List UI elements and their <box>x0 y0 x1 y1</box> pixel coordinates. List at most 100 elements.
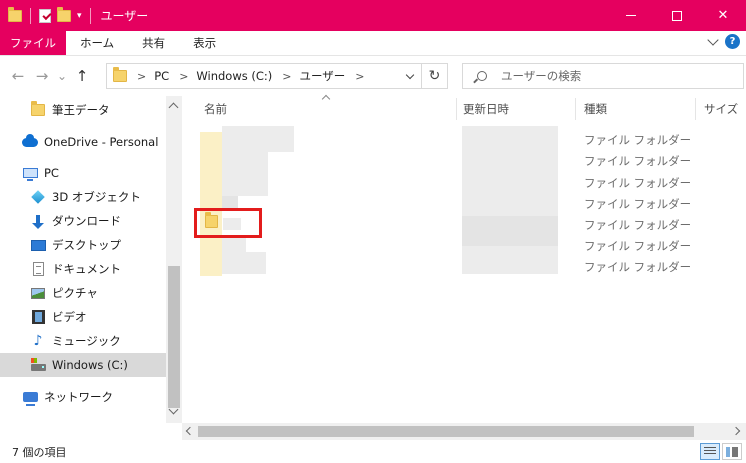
breadcrumb: > PC > Windows (C:) > ユーザー > <box>127 68 373 84</box>
blurred-name <box>222 152 268 196</box>
ribbon-right-controls: ? <box>707 33 740 49</box>
blurred-name <box>223 218 241 230</box>
details-view-button[interactable] <box>700 443 720 460</box>
sort-ascending-icon <box>321 94 331 104</box>
chevron-down-icon <box>405 70 415 79</box>
sidebar-item-windows-c[interactable]: Windows (C:) <box>0 353 166 377</box>
breadcrumb-pc[interactable]: PC <box>154 69 169 83</box>
column-divider[interactable] <box>456 98 457 120</box>
sidebar-item-downloads[interactable]: ダウンロード <box>0 209 166 233</box>
customize-toolbar-icon[interactable]: ▾ <box>77 9 82 23</box>
scroll-left-icon[interactable] <box>185 426 195 436</box>
horizontal-scrollbar[interactable] <box>182 423 746 440</box>
drive-icon <box>30 357 46 373</box>
type-cell: ファイル フォルダー <box>584 260 692 274</box>
window-title: ユーザー <box>100 9 149 23</box>
status-bar: 7 個の項目 <box>0 440 746 463</box>
breadcrumb-windows-c[interactable]: Windows (C:) <box>196 69 272 83</box>
sidebar-item-label: ネットワーク <box>44 390 113 404</box>
sidebar-item-label: ドキュメント <box>52 262 121 276</box>
sidebar-item-3d-objects[interactable]: 3D オブジェクト <box>0 185 166 209</box>
column-divider[interactable] <box>575 98 576 120</box>
quick-access-toolbar: ▾ <box>0 6 93 24</box>
tab-file[interactable]: ファイル <box>0 31 66 55</box>
breadcrumb-separator-icon[interactable]: > <box>282 70 291 83</box>
blurred-name <box>222 252 266 274</box>
column-header-name[interactable]: 名前 <box>204 96 227 122</box>
sidebar-item-label: OneDrive - Personal <box>44 135 159 149</box>
recent-locations-button[interactable]: ⌄ <box>54 64 70 88</box>
up-button[interactable]: ↑ <box>70 64 94 88</box>
new-folder-icon[interactable] <box>57 6 71 22</box>
sidebar-item-label: ビデオ <box>52 310 87 324</box>
download-icon <box>30 213 46 229</box>
folder-icon <box>30 101 46 118</box>
properties-icon[interactable] <box>39 8 51 23</box>
large-icons-view-button[interactable] <box>722 443 742 460</box>
tab-view[interactable]: 表示 <box>179 31 230 55</box>
address-bar[interactable]: > PC > Windows (C:) > ユーザー > <box>106 63 422 89</box>
desktop-icon <box>30 237 46 253</box>
maximize-button[interactable] <box>654 0 700 31</box>
close-icon: ✕ <box>717 8 729 23</box>
blurred-name <box>222 126 294 152</box>
sidebar-item-label: ピクチャ <box>52 286 98 300</box>
refresh-button[interactable]: ↻ <box>422 63 448 89</box>
sidebar-item-music[interactable]: ♪ ミュージック <box>0 329 166 353</box>
address-dropdown-button[interactable] <box>399 64 421 88</box>
tab-share[interactable]: 共有 <box>128 31 179 55</box>
title-bar: ▾ ユーザー ✕ <box>0 0 746 31</box>
sidebar-item-documents[interactable]: ドキュメント <box>0 257 166 281</box>
scroll-right-icon[interactable] <box>731 426 741 436</box>
back-button[interactable]: ← <box>6 64 30 88</box>
sidebar-item-desktop[interactable]: デスクトップ <box>0 233 166 257</box>
search-icon <box>477 71 487 81</box>
close-button[interactable]: ✕ <box>700 0 746 31</box>
blurred-name <box>222 238 246 252</box>
expand-ribbon-icon[interactable] <box>707 33 719 46</box>
toolbar-divider <box>89 7 91 24</box>
sidebar-item-fudeo-data[interactable]: 筆王データ <box>0 98 166 122</box>
column-header-date[interactable]: 更新日時 <box>463 96 509 122</box>
window-controls: ✕ <box>608 0 746 31</box>
column-divider[interactable] <box>695 98 696 120</box>
sidebar-item-onedrive[interactable]: OneDrive - Personal <box>0 130 166 154</box>
type-cell: ファイル フォルダー <box>584 176 692 190</box>
document-icon <box>30 261 46 277</box>
scroll-up-icon[interactable] <box>168 102 179 113</box>
forward-arrow-icon: → <box>35 67 49 85</box>
column-header-size[interactable]: サイズ <box>704 96 738 122</box>
scrollbar-thumb[interactable] <box>198 426 694 437</box>
sidebar-item-pictures[interactable]: ピクチャ <box>0 281 166 305</box>
maximize-icon <box>672 10 682 21</box>
blurred-folder-icons <box>200 132 222 276</box>
pc-icon <box>22 165 38 181</box>
breadcrumb-separator-icon[interactable]: > <box>179 70 188 83</box>
type-cell: ファイル フォルダー <box>584 197 692 211</box>
forward-button[interactable]: → <box>30 64 54 88</box>
search-input[interactable] <box>501 69 721 83</box>
folder-icon[interactable] <box>205 212 218 228</box>
navigation-pane-scrollbar[interactable] <box>166 96 182 423</box>
breadcrumb-users[interactable]: ユーザー <box>300 68 346 84</box>
scrollbar-thumb[interactable] <box>168 266 180 408</box>
large-icons-view-icon <box>726 446 738 457</box>
tab-home[interactable]: ホーム <box>66 31 128 55</box>
search-box[interactable] <box>462 63 744 89</box>
breadcrumb-separator-icon: > <box>137 69 147 83</box>
folder-icon <box>8 6 22 22</box>
sidebar-item-pc[interactable]: PC <box>0 161 166 185</box>
column-header-type[interactable]: 種類 <box>584 96 607 122</box>
sidebar-item-label: 筆王データ <box>52 103 110 117</box>
minimize-button[interactable] <box>608 0 654 31</box>
sidebar-item-label: PC <box>44 166 59 180</box>
folder-icon <box>113 67 127 82</box>
help-icon[interactable]: ? <box>725 34 740 49</box>
sidebar-item-label: 3D オブジェクト <box>52 190 141 204</box>
breadcrumb-separator-icon[interactable]: > <box>355 70 364 83</box>
sidebar-item-videos[interactable]: ビデオ <box>0 305 166 329</box>
sidebar-item-network[interactable]: ネットワーク <box>0 385 166 409</box>
3d-objects-icon <box>30 189 46 205</box>
navigation-bar: ← → ⌄ ↑ > PC > Windows (C:) > ユーザー > ↻ <box>0 56 746 96</box>
type-cell: ファイル フォルダー <box>584 133 692 147</box>
